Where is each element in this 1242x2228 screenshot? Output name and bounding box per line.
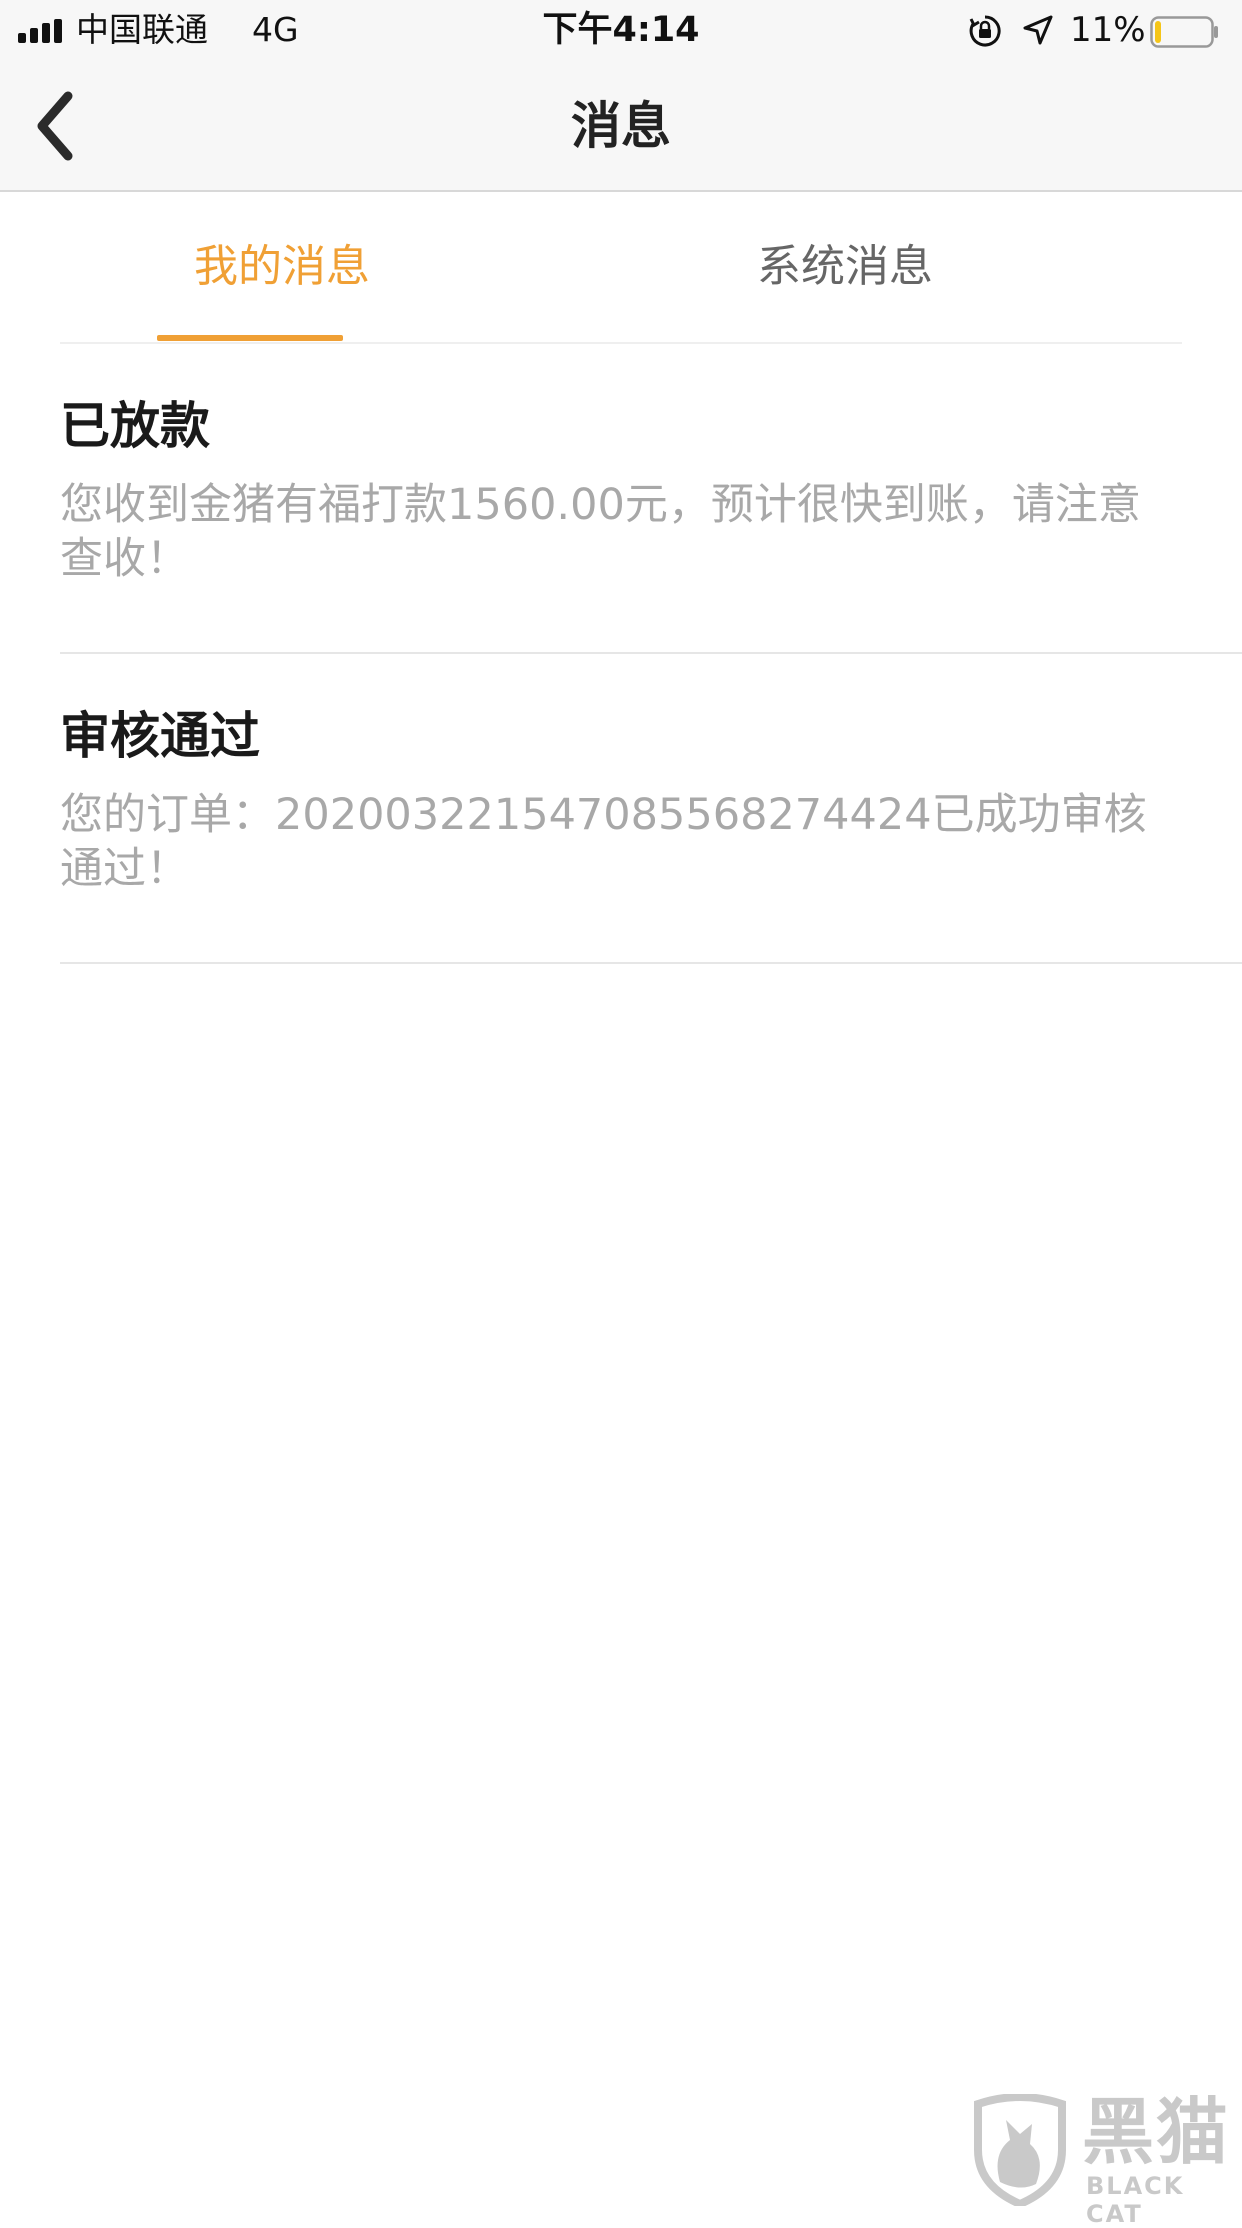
black-cat-watermark: 黑猫 BLACK CAT (970, 2088, 1242, 2228)
message-body: 您的订单：2020032215470855682744​24已成功审核通过！ (60, 790, 1147, 894)
message-title: 审核通过 (60, 707, 260, 765)
tab-bar: 我的消息 系统消息 (60, 192, 1182, 344)
status-bar: 中国联通 4G 下午4:14 11% (0, 0, 1242, 60)
message-body: 您收到金猪有福打款1560.00元，预计很快到账，请注意查收！ (60, 480, 1141, 584)
message-item-loan-disbursed[interactable]: 已放款 您收到金猪有福打款1560.00元，预计很快到账，请注意查收！ (60, 344, 1242, 654)
message-list: 已放款 您收到金猪有福打款1560.00元，预计很快到账，请注意查收！ 审核通过… (0, 344, 1242, 964)
nav-bar: 消息 (0, 60, 1242, 192)
tab-system-messages[interactable]: 系统消息 (720, 192, 970, 342)
battery-icon (1150, 16, 1218, 48)
battery-level-fill (1155, 21, 1161, 43)
black-cat-logo-icon (974, 2094, 1066, 2206)
lock-rotation-icon (969, 15, 1001, 47)
tab-my-messages[interactable]: 我的消息 (157, 192, 407, 342)
location-icon (1023, 15, 1053, 45)
watermark-logo-text: 黑猫 (1082, 2090, 1231, 2174)
watermark-logo-sub: BLACK CAT (1086, 2172, 1185, 2228)
status-time: 下午4:14 (542, 10, 700, 50)
message-title: 已放款 (60, 397, 210, 455)
page-title: 消息 (571, 97, 671, 155)
battery-percent: 11% (1070, 10, 1146, 50)
message-item-review-passed[interactable]: 审核通过 您的订单：2020032215470855682744​24已成功审核… (60, 654, 1242, 964)
active-tab-indicator (157, 335, 343, 341)
